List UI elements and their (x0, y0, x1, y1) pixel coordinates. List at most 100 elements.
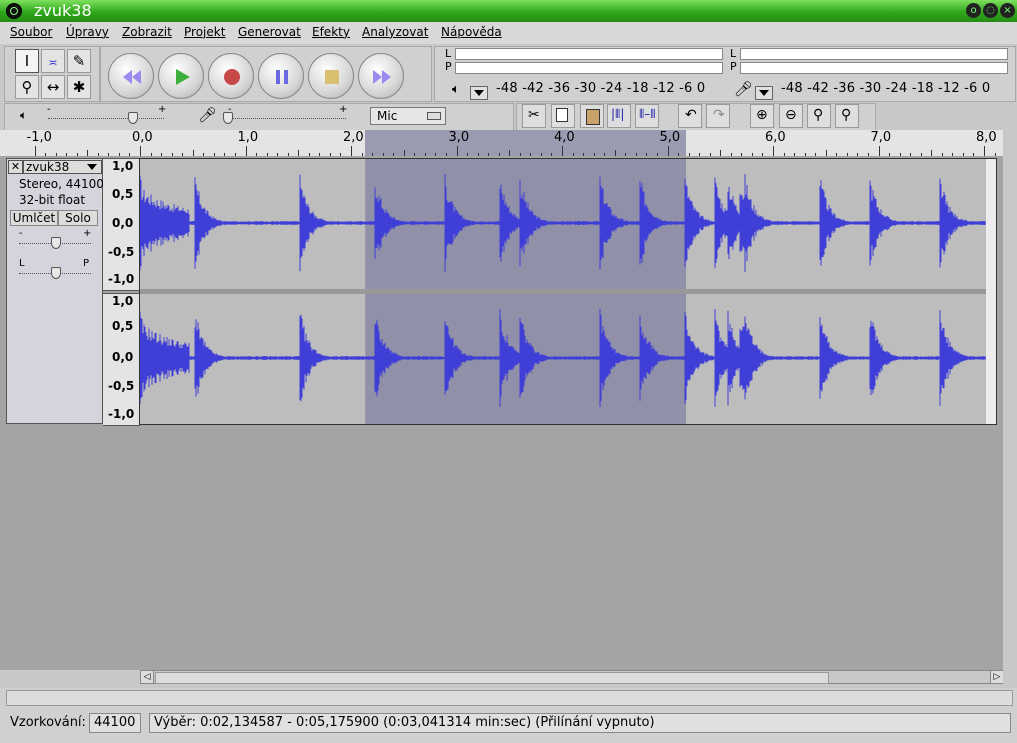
input-meter-left[interactable] (740, 48, 1008, 60)
undo-button[interactable]: ↶ (678, 104, 702, 128)
input-meter-right-label: P (730, 60, 737, 73)
skip-end-button[interactable] (358, 53, 404, 99)
track-name: zvuk38 (26, 160, 70, 174)
solo-button[interactable]: Solo (58, 210, 98, 226)
rate-value: 44100 (94, 715, 136, 730)
cut-button[interactable]: ✂ (522, 104, 546, 128)
speaker-icon: 🔈︎ (452, 82, 460, 97)
envelope-tool-button[interactable]: ≍ (41, 49, 65, 73)
ruler-label: 7,0 (870, 130, 892, 145)
scroll-right-arrow-icon[interactable]: ▷ (990, 671, 1003, 683)
ruler-label: 4,0 (554, 130, 575, 145)
input-volume-track (226, 118, 346, 120)
channel-separator (140, 289, 996, 294)
ruler-label: -1,0 (26, 130, 52, 145)
status-bar: Vzorkování: 44100 Výběr: 0:02,134587 - 0… (0, 688, 1017, 743)
track-close-button[interactable]: ✕ (8, 160, 23, 174)
pencil-icon: ✎ (72, 52, 86, 70)
waveform-left-channel[interactable] (140, 159, 986, 289)
input-meter-menu-button[interactable] (755, 86, 773, 100)
input-meter-left-label: L (730, 47, 737, 60)
ruler-label: 0,0 (132, 130, 153, 145)
pan-left-label: L (19, 258, 25, 269)
menu-napoveda[interactable]: Nápověda (441, 25, 502, 39)
timeline-ruler[interactable]: -1,0 0,0 1,0 2,0 3,0 4,0 5,0 6,0 7,0 8,0 (0, 130, 1003, 157)
waveform-right-channel[interactable] (140, 294, 986, 424)
multi-tool-button[interactable]: ✱ (67, 75, 91, 99)
redo-button[interactable]: ↷ (706, 104, 730, 128)
zoom-out-icon: ⊖ (785, 107, 797, 123)
output-volume-track (48, 118, 164, 120)
menu-projekt[interactable]: Projekt (184, 25, 225, 39)
zoom-in-button[interactable]: ⊕ (750, 104, 774, 128)
silence-button[interactable]: ⦀–⦀ (635, 104, 659, 128)
close-window-icon[interactable]: × (1000, 3, 1015, 18)
pan-right-label: P (83, 258, 90, 269)
play-button[interactable] (158, 53, 204, 99)
maximize-icon[interactable]: ◌ (983, 3, 998, 18)
skip-start-icon (123, 70, 141, 84)
scroll-left-arrow-icon[interactable]: ◁ (141, 671, 154, 683)
scale-label: -1,0 (108, 407, 135, 421)
selection-tool-button[interactable]: I (15, 49, 39, 73)
menu-efekty[interactable]: Efekty (312, 25, 350, 39)
silence-icon: ⦀–⦀ (639, 107, 656, 121)
gain-minus: - (19, 228, 23, 239)
track-name-menu[interactable]: zvuk38 (23, 160, 102, 174)
output-meter-left[interactable] (455, 48, 723, 60)
track-info-format: 32-bit float (19, 193, 86, 207)
menu-analyzovat[interactable]: Analyzovat (362, 25, 428, 39)
vertical-scale-left[interactable]: 1,0 0,5 0,0 -0,5 -1,0 (103, 158, 140, 291)
minimize-icon[interactable]: o (966, 3, 981, 18)
pause-button[interactable] (258, 53, 304, 99)
output-meter-menu-button[interactable] (470, 86, 488, 100)
stop-button[interactable] (308, 53, 354, 99)
output-volume-plus: + (158, 104, 167, 115)
mute-button[interactable]: Umlčet (10, 210, 58, 226)
scale-label: 0,0 (112, 350, 134, 364)
menu-soubor[interactable]: Soubor (10, 25, 52, 39)
input-source-value: Mic (377, 109, 398, 123)
trim-icon: |⦀| (611, 107, 625, 121)
output-volume-minus: - (47, 104, 51, 115)
fit-selection-button[interactable]: ⚲ (807, 104, 831, 128)
record-button[interactable] (208, 53, 254, 99)
menu-upravy[interactable]: Úpravy (66, 25, 109, 39)
output-meter-right[interactable] (455, 62, 723, 74)
zoom-out-button[interactable]: ⊖ (779, 104, 803, 128)
vertical-scale-right[interactable]: 1,0 0,5 0,0 -0,5 -1,0 (103, 293, 140, 426)
fit-selection-icon: ⚲ (813, 107, 824, 123)
horizontal-scrollbar[interactable]: ◁ ▷ (140, 670, 1003, 684)
input-meter-right[interactable] (740, 62, 1008, 74)
scroll-thumb[interactable] (155, 672, 829, 684)
timeshift-tool-button[interactable]: ↔ (41, 75, 65, 99)
rate-field[interactable]: 44100 (89, 713, 141, 733)
input-source-select[interactable]: Mic (370, 107, 446, 125)
rate-label: Vzorkování: (10, 715, 86, 730)
menu-zobrazit[interactable]: Zobrazit (122, 25, 172, 39)
fit-project-button[interactable]: ⚲ (835, 104, 859, 128)
copy-icon (556, 108, 568, 122)
clipboard-icon (586, 109, 600, 125)
selection-status-text: Výběr: 0:02,134587 - 0:05,175900 (0:03,0… (154, 715, 655, 730)
trim-button[interactable]: |⦀| (607, 104, 631, 128)
pan-slider[interactable] (51, 267, 61, 279)
scale-label: 0,0 (112, 216, 134, 230)
input-meter-scale: -48 -42 -36 -30 -24 -18 -12 -6 0 (781, 81, 991, 96)
draw-tool-button[interactable]: ✎ (67, 49, 91, 73)
input-volume-slider[interactable] (223, 112, 233, 124)
ruler-tick (456, 146, 458, 156)
ruler-tick (984, 146, 985, 156)
app-icon[interactable] (6, 3, 22, 19)
output-volume-slider[interactable] (128, 112, 138, 124)
copy-button[interactable] (551, 104, 575, 128)
zoom-tool-button[interactable]: ⚲ (15, 75, 39, 99)
gain-slider[interactable] (51, 237, 61, 249)
paste-button[interactable] (580, 104, 604, 128)
scissors-icon: ✂ (528, 107, 540, 123)
skip-start-button[interactable] (108, 53, 154, 99)
menu-generovat[interactable]: Generovat (238, 25, 301, 39)
play-icon (176, 69, 190, 85)
ruler-label: 2,0 (343, 130, 364, 145)
ruler-label: 3,0 (448, 130, 470, 145)
